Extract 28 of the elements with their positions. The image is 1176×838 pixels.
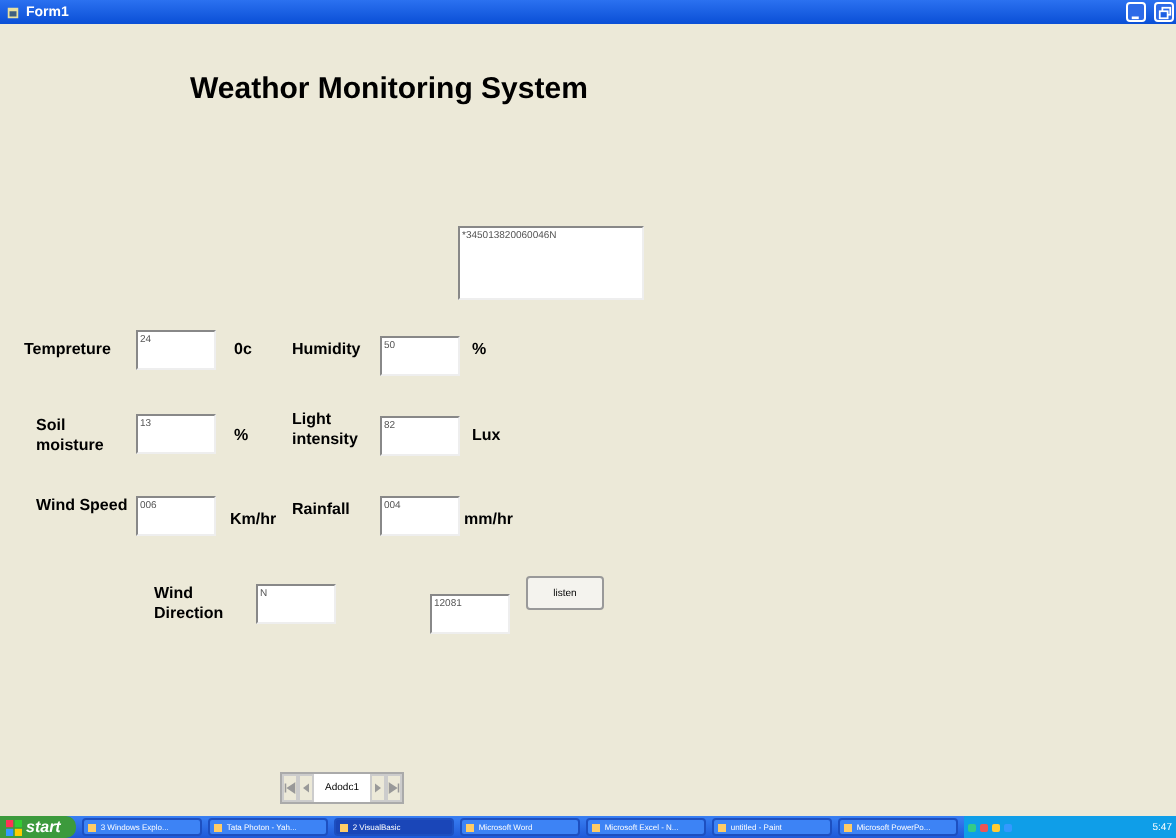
field-label: Tempreture bbox=[24, 340, 111, 360]
unit-label: % bbox=[472, 340, 487, 360]
restore-icon bbox=[1157, 5, 1171, 19]
restore-button[interactable] bbox=[1154, 2, 1174, 22]
triangle-left-icon bbox=[300, 782, 312, 794]
first-record-button[interactable] bbox=[282, 774, 298, 802]
unit-label: % bbox=[234, 426, 249, 446]
unit-label: Km/hr bbox=[230, 510, 277, 530]
field-label: Rainfall bbox=[292, 500, 350, 520]
last-icon bbox=[388, 782, 400, 794]
minimize-button[interactable] bbox=[1126, 2, 1146, 22]
field-label: Soil moisture bbox=[36, 416, 106, 456]
form-heading: Weathor Monitoring System bbox=[190, 72, 588, 106]
field-label: Wind Direction bbox=[154, 584, 226, 624]
field-label: Light intensity bbox=[292, 410, 360, 450]
triangle-right-icon bbox=[372, 782, 384, 794]
field-label: Humidity bbox=[292, 340, 361, 360]
field-label: Wind Speed bbox=[36, 496, 128, 516]
app-icon bbox=[6, 5, 20, 19]
first-icon bbox=[284, 782, 296, 794]
unit-label: 0c bbox=[234, 340, 252, 360]
last-record-button[interactable] bbox=[386, 774, 402, 802]
windows-logo-icon bbox=[6, 819, 22, 835]
start-button[interactable]: start bbox=[0, 816, 77, 838]
unit-label: Lux bbox=[472, 426, 501, 446]
previous-record-button[interactable] bbox=[298, 774, 314, 802]
unit-label: mm/hr bbox=[464, 510, 513, 530]
next-record-button[interactable] bbox=[370, 774, 386, 802]
